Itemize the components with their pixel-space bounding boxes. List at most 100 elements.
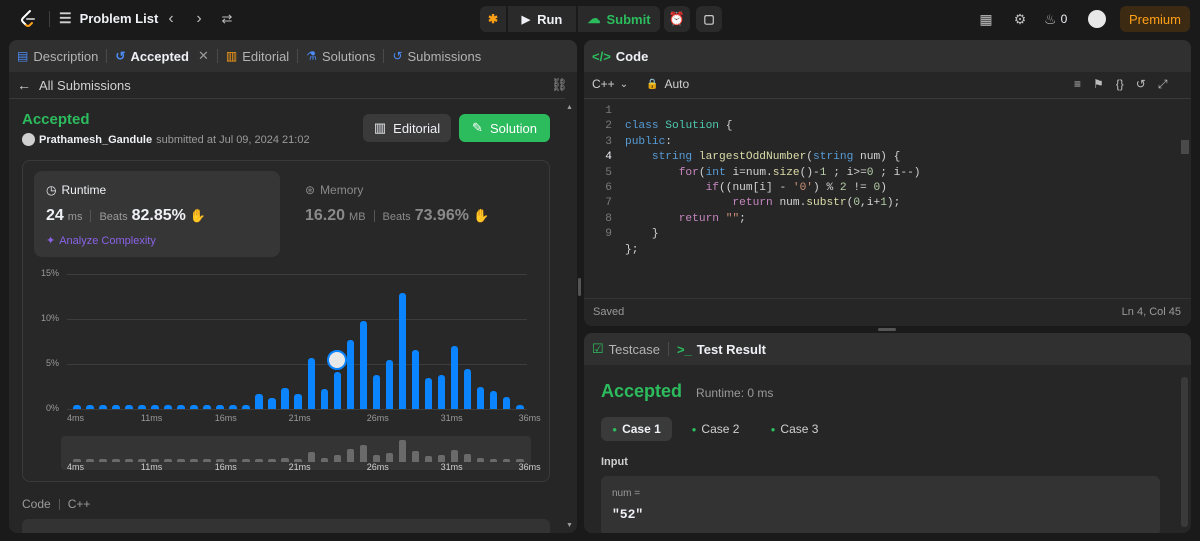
chart-bar[interactable]: [190, 404, 198, 409]
overview-bar: [502, 459, 511, 462]
timer-button[interactable]: ⏰: [664, 6, 690, 32]
chart-bar[interactable]: [125, 404, 133, 409]
layout-grid-icon[interactable]: ▦: [977, 10, 995, 28]
my-submission-avatar-marker[interactable]: [327, 350, 348, 371]
user-avatar-small[interactable]: [22, 133, 35, 146]
input-box[interactable]: num = "52": [601, 476, 1160, 533]
note-button[interactable]: ▢: [696, 6, 722, 32]
chart-bar[interactable]: [437, 374, 446, 409]
username[interactable]: Prathamesh_Gandule: [39, 134, 152, 146]
chart-bar[interactable]: [346, 339, 355, 409]
next-problem-icon[interactable]: ›: [190, 10, 208, 28]
chart-bar[interactable]: [450, 346, 459, 409]
result-scrollbar[interactable]: [1181, 377, 1188, 527]
chart-bar[interactable]: [385, 360, 394, 409]
chart-bar[interactable]: [489, 391, 498, 409]
streak-counter[interactable]: ♨ 0: [1044, 10, 1074, 28]
chart-bar[interactable]: [177, 404, 185, 409]
analyze-complexity-link[interactable]: ✦ Analyze Complexity: [46, 234, 156, 248]
code-brackets-icon: </>: [592, 48, 611, 64]
chart-bar[interactable]: [333, 372, 342, 409]
case-3-tab[interactable]: ● Case 3: [759, 417, 830, 441]
chart-bar[interactable]: [502, 397, 511, 409]
chart-bar[interactable]: [281, 388, 289, 409]
scroll-down-icon[interactable]: ▼: [566, 522, 573, 529]
chart-bar[interactable]: [242, 404, 250, 409]
scroll-up-icon[interactable]: ▲: [566, 104, 573, 111]
chart-bar[interactable]: [320, 389, 329, 409]
chart-bar[interactable]: [515, 404, 524, 409]
auto-mode[interactable]: 🔒 Auto: [646, 77, 689, 91]
overview-bar: [268, 459, 276, 462]
clap-icon: ✋: [472, 208, 490, 223]
link-icon[interactable]: ⛓: [551, 77, 568, 93]
chart-bar[interactable]: [73, 404, 81, 409]
settings-gear-icon[interactable]: ⚙: [1011, 10, 1029, 28]
case-1-tab[interactable]: ● Case 1: [601, 417, 672, 441]
chart-bar[interactable]: [359, 320, 368, 409]
y-tick-label: 15%: [40, 268, 59, 278]
bookmark-icon[interactable]: ⚑: [1093, 77, 1104, 92]
braces-icon[interactable]: {}: [1116, 77, 1124, 92]
chart-bar[interactable]: [424, 378, 433, 409]
chart-bar[interactable]: [398, 292, 407, 409]
chart-bar[interactable]: [164, 404, 172, 409]
prev-problem-icon[interactable]: ‹: [162, 10, 180, 28]
editorial-button[interactable]: ▥ Editorial: [363, 114, 451, 142]
vertical-resize-handle[interactable]: [578, 278, 581, 296]
overview-bar: [450, 449, 459, 462]
chart-bar[interactable]: [463, 369, 472, 409]
chart-bar[interactable]: [229, 404, 237, 409]
runtime-distribution-chart[interactable]: 15% 10% 5% 0% 4ms 4ms 11ms 11ms 16ms 16ms 21ms 21ms…: [29, 266, 549, 472]
leetcode-logo-icon[interactable]: [18, 9, 38, 29]
chart-bar[interactable]: [268, 398, 276, 409]
language-select[interactable]: C++ ⌄: [592, 77, 628, 91]
tab-solutions[interactable]: ⚗ Solutions: [298, 40, 383, 72]
tab-editorial[interactable]: ▥ Editorial: [218, 40, 297, 72]
chart-bar[interactable]: [372, 374, 381, 409]
chart-bar[interactable]: [112, 404, 120, 409]
format-icon[interactable]: ≡: [1074, 77, 1081, 92]
x-tick-label: 21ms: [288, 413, 311, 423]
tab-accepted[interactable]: ↺ Accepted ✕: [107, 40, 217, 72]
run-button[interactable]: ▶ Run: [508, 6, 576, 32]
problem-list-button[interactable]: ☰ Problem List: [59, 10, 158, 27]
tab-submissions[interactable]: ↺ Submissions: [384, 40, 489, 72]
close-tab-icon[interactable]: ✕: [198, 48, 209, 64]
tab-description[interactable]: ▤ Description: [9, 40, 106, 72]
overview-bar: [164, 459, 172, 462]
chart-bar[interactable]: [216, 404, 224, 409]
chart-bar[interactable]: [99, 404, 107, 409]
case-2-tab[interactable]: ● Case 2: [680, 417, 751, 441]
tab-code[interactable]: </> Code: [584, 40, 656, 72]
chart-bar[interactable]: [294, 393, 303, 409]
line-number: 9: [605, 228, 612, 241]
chart-bar[interactable]: [307, 357, 316, 409]
horizontal-resize-handle[interactable]: [878, 328, 896, 331]
shuffle-icon[interactable]: ⇄: [218, 10, 236, 28]
submit-button[interactable]: ☁ Submit: [578, 6, 660, 32]
tab-test-result[interactable]: >_ Test Result: [669, 333, 774, 365]
expand-icon[interactable]: ⤢: [1158, 77, 1168, 92]
left-scrollbar[interactable]: ▲ ▼: [565, 104, 573, 532]
chart-bar[interactable]: [411, 349, 420, 409]
chart-bar[interactable]: [86, 404, 94, 409]
runtime-box[interactable]: ◷ Runtime 24 ms Beats 82.85% ✋ ✦ Analyze C…: [34, 171, 280, 257]
chart-bar[interactable]: [255, 393, 263, 409]
code-editor[interactable]: class Solution { public: string largestO…: [625, 104, 921, 258]
overview-bar: [463, 454, 472, 462]
chart-bar[interactable]: [151, 404, 159, 409]
user-avatar[interactable]: [1088, 10, 1106, 28]
solution-button[interactable]: ✎ Solution: [459, 114, 550, 142]
memory-box[interactable]: ⊛ Memory: [305, 183, 363, 197]
reset-icon[interactable]: ↺: [1136, 77, 1146, 92]
back-to-submissions[interactable]: ← All Submissions: [17, 77, 131, 93]
overview-bar: [424, 456, 433, 462]
debug-button[interactable]: ✱: [480, 6, 506, 32]
chart-bar[interactable]: [476, 387, 485, 409]
chart-bar[interactable]: [138, 404, 146, 409]
chart-bar[interactable]: [203, 404, 211, 409]
tab-testcase[interactable]: ☑ Testcase: [584, 333, 668, 365]
premium-button[interactable]: Premium: [1120, 6, 1190, 32]
overview-bar: [333, 454, 342, 462]
